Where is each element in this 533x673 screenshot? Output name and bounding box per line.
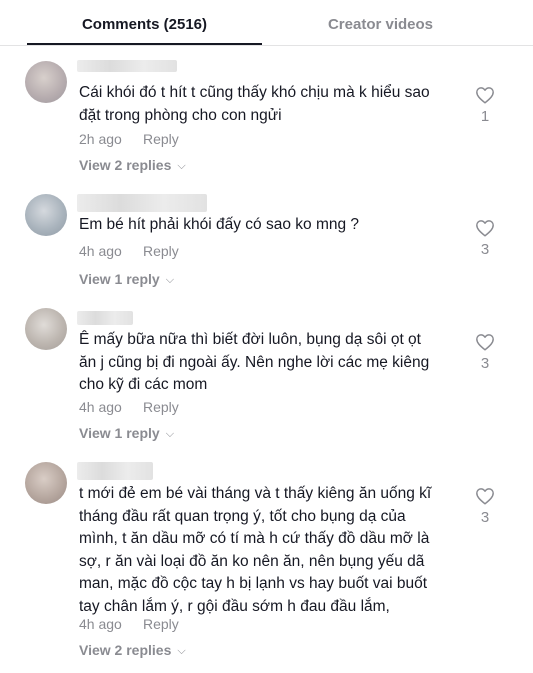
reply-button[interactable]: Reply [143,131,179,147]
comment-tabs: Comments (2516) Creator videos [0,0,533,46]
comment-text: Em bé hít phải khói đấy có sao ko mng ? [79,216,360,233]
avatar[interactable] [25,194,67,236]
chevron-down-icon: ⌵ [165,274,175,286]
like-count: 3 [480,355,490,372]
view-replies-button[interactable]: View 2 replies ⌵ [79,642,186,659]
comment-text: Ê mấy bữa nữa thì biết đời luôn, bụng dạ… [79,331,430,393]
like-count: 3 [480,241,490,258]
username-redacted [77,462,153,480]
avatar[interactable] [25,308,67,350]
comment-time: 2h ago [79,131,122,147]
chevron-down-icon: ⌵ [177,645,186,657]
heart-icon [476,87,494,104]
tabs-divider [0,45,533,46]
username-redacted [77,60,177,72]
view-replies-button[interactable]: View 1 reply ⌵ [79,271,174,288]
chevron-down-icon: ⌵ [177,160,186,172]
view-replies-button[interactable]: View 2 replies ⌵ [79,157,186,174]
avatar[interactable] [25,462,67,504]
comment-time: 4h ago [79,399,122,415]
heart-icon [476,334,494,351]
comment-meta: 4h ago Reply [79,399,179,415]
avatar[interactable] [25,61,67,103]
comment-text: Cái khói đó t hít t cũng thấy khó chịu m… [79,84,430,124]
chevron-down-icon: ⌵ [165,428,175,440]
like-button[interactable] [472,86,498,104]
heart-icon [476,488,494,505]
tab-creator-videos[interactable]: Creator videos [262,16,499,33]
like-count: 1 [480,108,490,125]
comment-time: 4h ago [79,616,122,632]
heart-icon [476,220,494,237]
comment-time: 4h ago [79,243,122,259]
like-count: 3 [480,509,490,526]
username-redacted [77,311,133,325]
like-button[interactable] [472,219,498,237]
reply-button[interactable]: Reply [143,399,179,415]
comment-meta: 4h ago Reply [79,616,179,632]
tab-comments[interactable]: Comments (2516) [27,16,262,33]
like-button[interactable] [472,333,498,351]
view-replies-button[interactable]: View 1 reply ⌵ [79,425,174,442]
comment-meta: 2h ago Reply [79,131,179,147]
reply-button[interactable]: Reply [143,616,179,632]
username-redacted [77,194,207,212]
reply-button[interactable]: Reply [143,243,179,259]
like-button[interactable] [472,487,498,505]
comment-text: t mới đẻ em bé vài tháng và t thấy kiêng… [79,485,432,615]
comment-meta: 4h ago Reply [79,243,179,259]
